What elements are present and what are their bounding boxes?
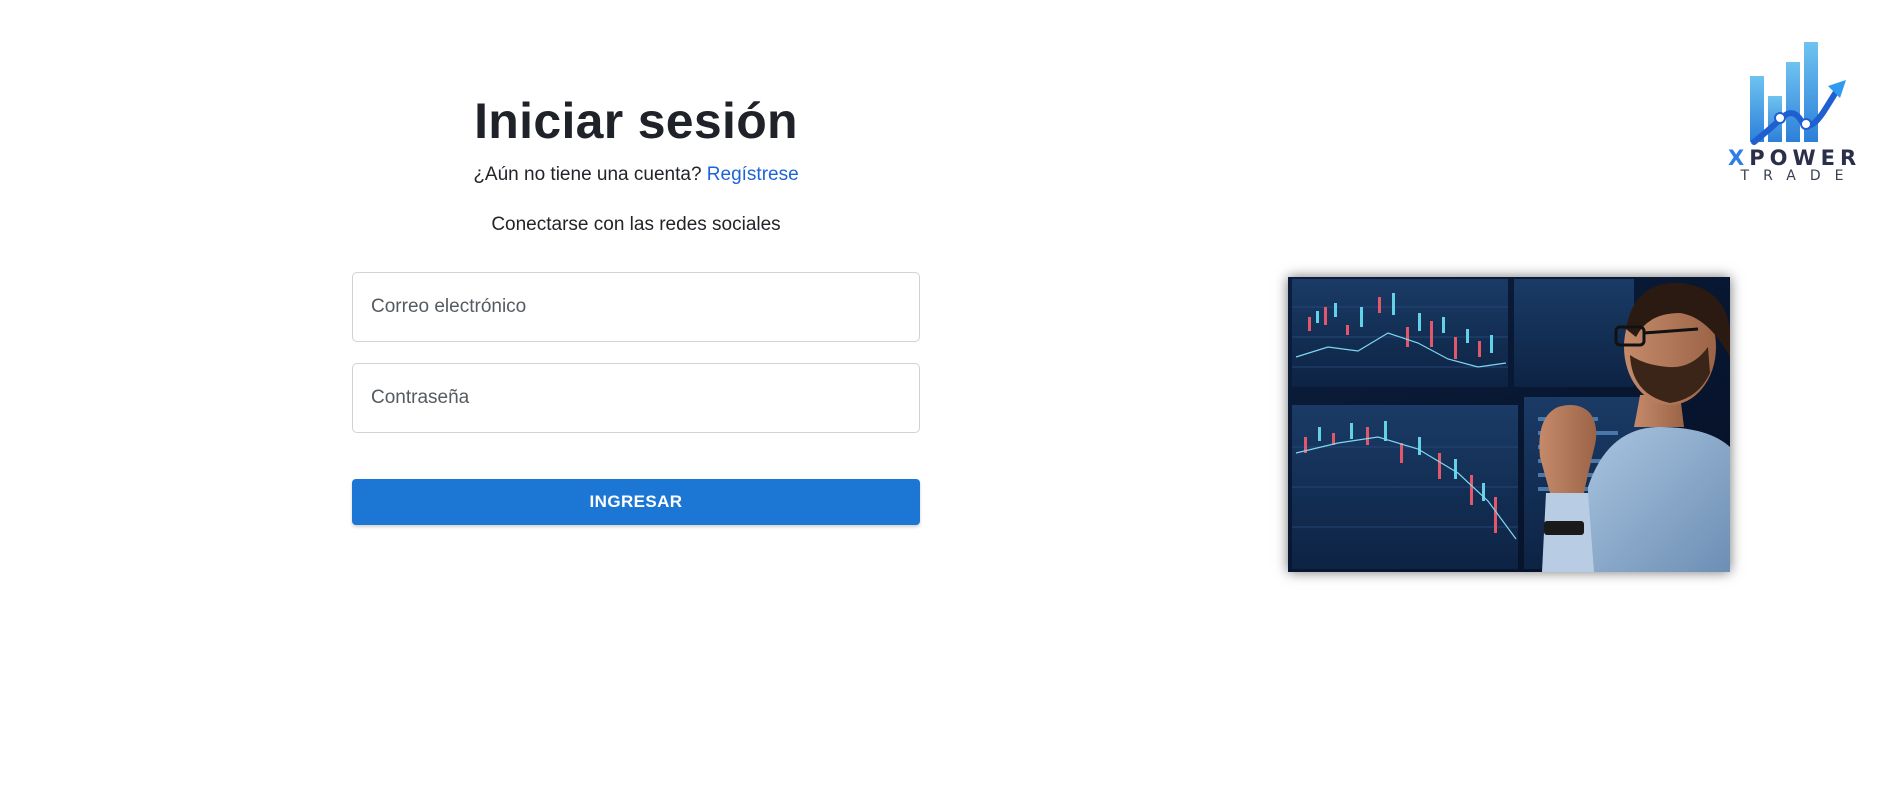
signup-link[interactable]: Regístrese: [707, 164, 799, 185]
page-title: Iniciar sesión: [474, 93, 798, 149]
signup-prompt: ¿Aún no tiene una cuenta?: [473, 164, 702, 185]
logo-brand-sub: TRADE: [1740, 168, 1858, 184]
logo-brand-x: X: [1728, 146, 1750, 170]
signup-line: ¿Aún no tiene una cuenta? Regístrese: [352, 162, 920, 188]
email-field[interactable]: [352, 272, 920, 342]
login-button[interactable]: INGRESAR: [352, 479, 920, 525]
logo-brand-rest: POWER: [1749, 146, 1862, 170]
trader-watching-charts-photo: [1288, 277, 1730, 572]
trader-image: [1288, 277, 1730, 572]
password-field[interactable]: [352, 363, 920, 433]
social-login-text: Conectarse con las redes sociales: [491, 214, 781, 235]
logo-chart-icon: [1750, 42, 1846, 145]
login-form: Iniciar sesión ¿Aún no tiene una cuenta?…: [352, 90, 920, 525]
logo-brand-text: XPOWER: [1728, 146, 1860, 170]
login-page: Iniciar sesión ¿Aún no tiene una cuenta?…: [0, 0, 1904, 786]
brand-logo: XPOWER TRADE: [1728, 38, 1860, 186]
